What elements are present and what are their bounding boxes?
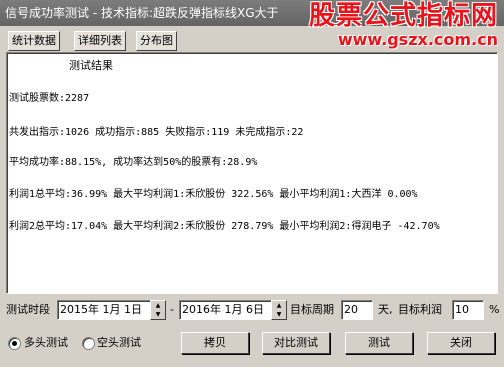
- signal-summary-text: 共发出指示:1026 成功指示:885 失败指示:119 未完成指示:22: [9, 127, 304, 138]
- spin-up-icon[interactable]: ▲: [151, 301, 165, 310]
- watermark-logo: 股票公式指标网 www.gszx.com.cn: [309, 1, 498, 49]
- results-heading: 测试结果: [69, 59, 113, 72]
- profit-label: 目标利润: [398, 303, 442, 316]
- tab-distribution[interactable]: 分布图: [136, 31, 177, 51]
- close-button[interactable]: 关闭: [427, 332, 495, 354]
- percent-label: %: [489, 303, 500, 316]
- end-date-spinner[interactable]: ▲ ▼: [271, 300, 287, 320]
- long-test-label[interactable]: 多头测试: [24, 333, 68, 353]
- stock-count-text: 测试股票数:2287: [9, 93, 90, 104]
- spin-down-icon[interactable]: ▼: [272, 310, 286, 319]
- date-separator: -: [170, 303, 174, 316]
- start-date-spinner[interactable]: ▲ ▼: [150, 300, 166, 320]
- long-test-radio[interactable]: [8, 337, 21, 350]
- watermark-main: 股票公式指标网: [308, 1, 498, 31]
- tab-statistics[interactable]: 统计数据: [8, 31, 60, 51]
- title-bar: 信号成功率测试 - 技术指标:超跌反弹指标线XG大于 股票公式指标网 www.g…: [0, 0, 504, 49]
- test-button[interactable]: 测试: [345, 332, 413, 354]
- copy-button[interactable]: 拷贝: [181, 332, 249, 354]
- day-label: 天,: [378, 303, 393, 316]
- start-date-field[interactable]: 2015年 1月 1日: [57, 300, 156, 320]
- avg-success-text: 平均成功率:88.15%, 成功率达到50%的股票有:28.9%: [9, 157, 258, 168]
- profit-field[interactable]: 10: [452, 300, 484, 320]
- period-label: 测试时段: [6, 303, 50, 316]
- spin-down-icon[interactable]: ▼: [151, 310, 165, 319]
- window-title: 信号成功率测试 - 技术指标:超跌反弹指标线XG大于: [5, 6, 279, 20]
- short-test-radio[interactable]: [82, 337, 95, 350]
- parameters-row: 测试时段 2015年 1月 1日 ▲ ▼ - 2016年 1月 6日 ▲ ▼ 目标周…: [0, 299, 504, 323]
- end-date-field[interactable]: 2016年 1月 6日: [179, 300, 275, 320]
- results-panel: 测试结果 测试股票数:2287 共发出指示:1026 成功指示:885 失败指示…: [6, 52, 498, 294]
- cycle-label: 目标周期: [290, 303, 334, 316]
- actions-row: 多头测试 空头测试 拷贝 对比测试 测试 关闭: [0, 331, 504, 357]
- watermark-url: www.gszx.com.cn: [337, 30, 498, 49]
- spin-up-icon[interactable]: ▲: [272, 301, 286, 310]
- tab-detail-list[interactable]: 详细列表: [74, 31, 126, 51]
- compare-test-button[interactable]: 对比测试: [262, 332, 330, 354]
- cycle-field[interactable]: 20: [341, 300, 373, 320]
- profit1-text: 利润1总平均:36.99% 最大平均利润1:禾欣股份 322.56% 最小平均利…: [9, 189, 418, 200]
- short-test-label[interactable]: 空头测试: [97, 333, 141, 353]
- profit2-text: 利润2总平均:17.04% 最大平均利润2:禾欣股份 278.79% 最小平均利…: [9, 221, 440, 232]
